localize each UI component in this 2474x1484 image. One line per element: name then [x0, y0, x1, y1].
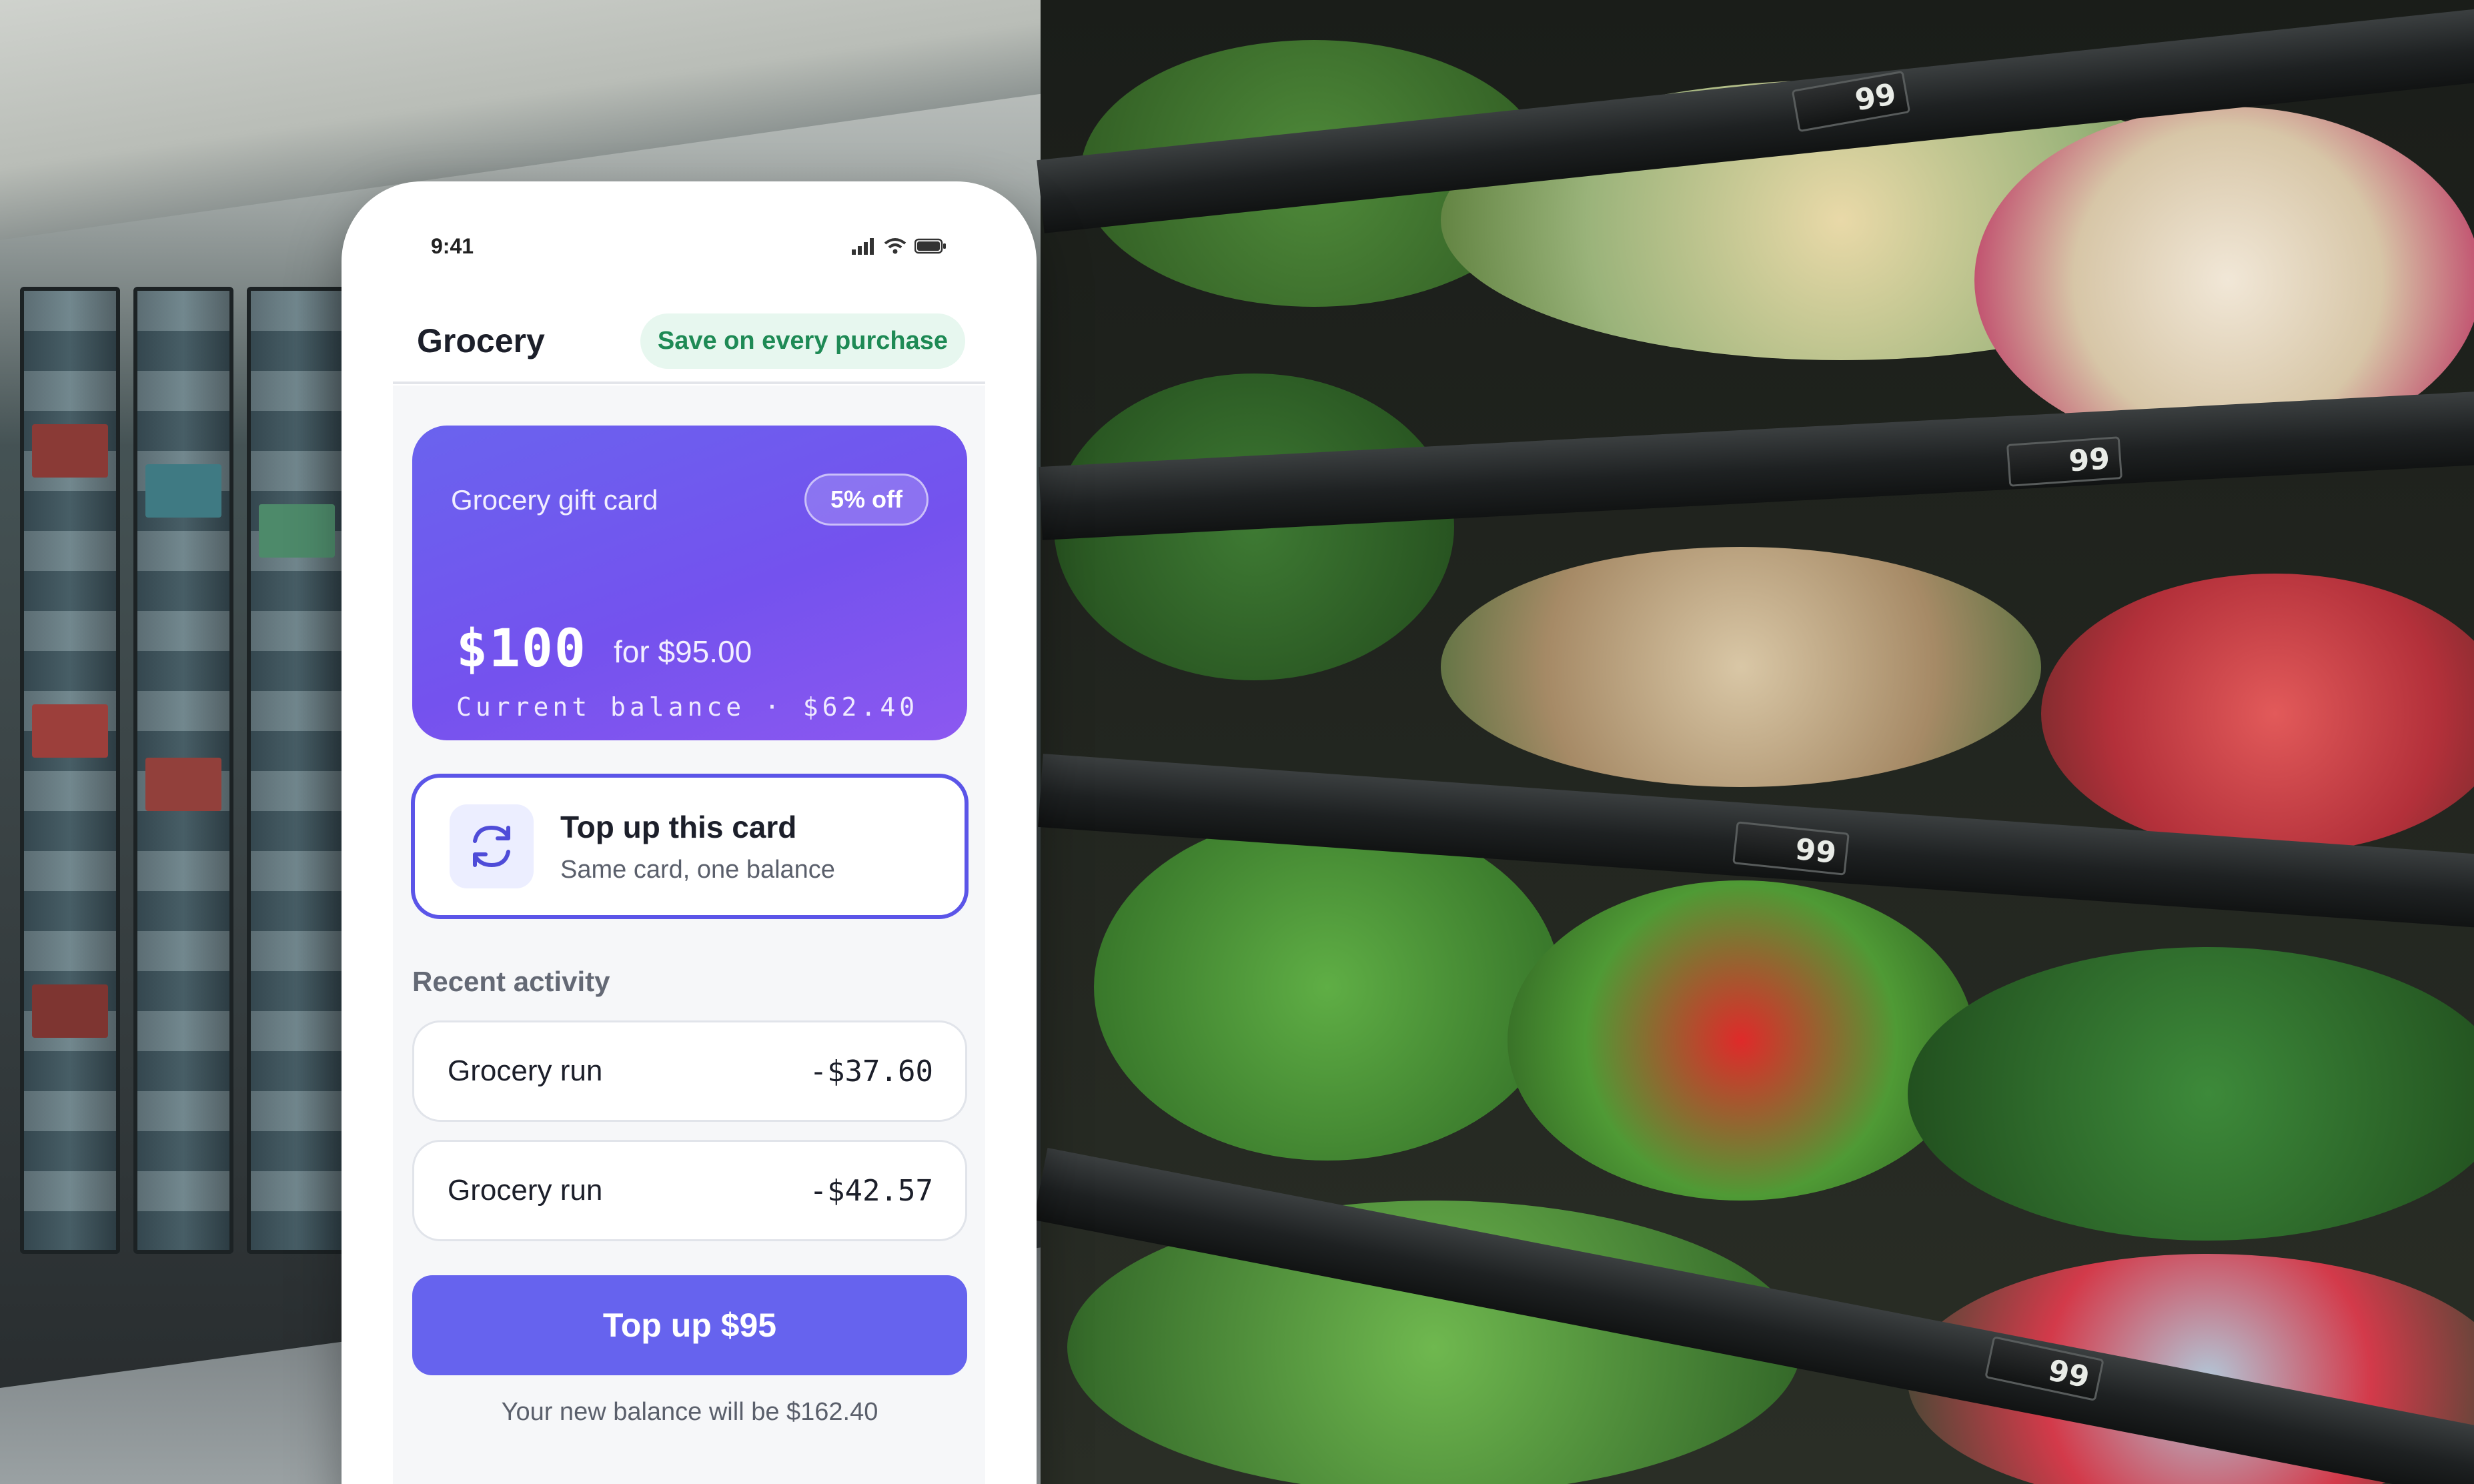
activity-amount: -$37.60: [809, 1054, 933, 1088]
freezer-door: [247, 287, 347, 1254]
activity-row[interactable]: Grocery run -$37.60: [412, 1020, 967, 1122]
freezer-door: [133, 287, 233, 1254]
freezer-door: [20, 287, 120, 1254]
topup-button[interactable]: Top up $95: [412, 1275, 967, 1375]
status-bar: 9:41: [342, 229, 1037, 263]
gift-card-balance: Current balance · $62.40: [456, 692, 919, 722]
gift-card-amount: $100: [456, 619, 587, 679]
gift-card[interactable]: Grocery gift card 5% off $100 for $95.00…: [412, 426, 967, 740]
topup-icon-container: [450, 804, 534, 888]
topup-text: Top up this card Same card, one balance: [560, 809, 835, 884]
topup-title: Top up this card: [560, 809, 797, 844]
app-header: Grocery Save on every purchase: [393, 300, 985, 384]
activity-row[interactable]: Grocery run -$42.57: [412, 1140, 967, 1241]
topup-subtitle: Same card, one balance: [560, 855, 835, 884]
produce-shelves: 99 99 99 99: [1033, 0, 2474, 1484]
status-icons: [852, 237, 947, 255]
gift-card-price: for $95.00: [614, 634, 752, 669]
refresh-icon: [473, 825, 510, 868]
wifi-icon: [884, 238, 906, 254]
discount-badge: 5% off: [804, 474, 929, 526]
page-title: Grocery: [417, 322, 545, 359]
activity-name: Grocery run: [448, 1054, 603, 1087]
new-balance-note: Your new balance will be $162.40: [501, 1398, 878, 1426]
topup-card-option[interactable]: Top up this card Same card, one balance: [411, 774, 969, 919]
activity-amount: -$42.57: [809, 1173, 933, 1208]
recent-activity-label: Recent activity: [412, 966, 610, 997]
status-time: 9:41: [431, 233, 474, 258]
promo-pill: Save on every purchase: [640, 313, 965, 369]
signal-icon: [852, 238, 874, 255]
activity-name: Grocery run: [448, 1174, 603, 1207]
gift-card-name: Grocery gift card: [451, 484, 658, 516]
battery-icon: [914, 238, 946, 254]
